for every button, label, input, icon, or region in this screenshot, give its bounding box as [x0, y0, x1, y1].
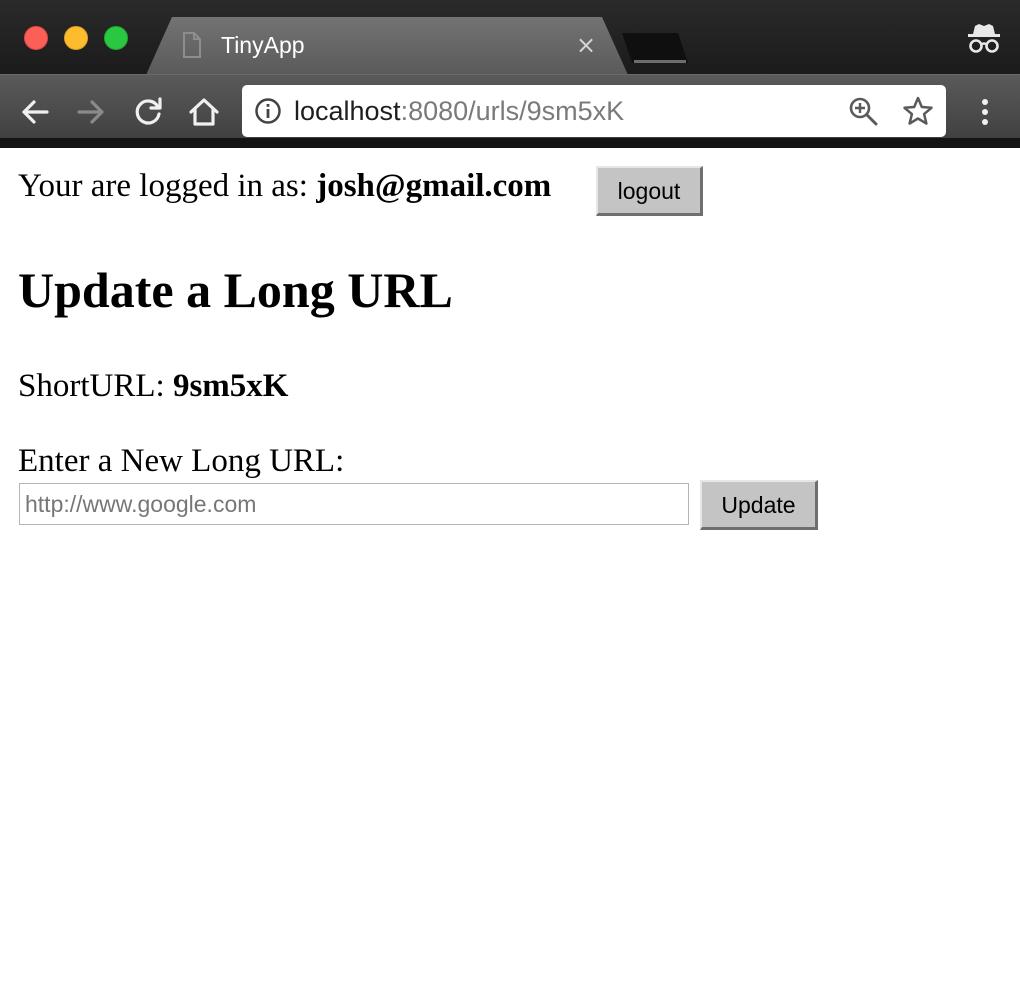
new-tab-underline	[634, 60, 686, 63]
reload-icon[interactable]	[131, 95, 165, 129]
forward-arrow-icon[interactable]	[74, 95, 108, 129]
new-tab-button[interactable]	[622, 33, 688, 63]
kebab-menu-icon[interactable]	[968, 95, 1002, 129]
star-icon[interactable]	[902, 95, 934, 127]
page-title: Update a Long URL	[18, 262, 453, 318]
browser-toolbar: localhost:8080/urls/9sm5xK	[0, 74, 1020, 148]
shorturl-line: ShortURL: 9sm5xK	[18, 366, 288, 406]
shorturl-label: ShortURL:	[18, 368, 165, 404]
close-window-button[interactable]	[24, 26, 48, 50]
tab-tinyapp[interactable]	[146, 17, 628, 75]
login-email: josh@gmail.com	[316, 168, 552, 204]
url-path: :8080/urls/9sm5xK	[400, 96, 625, 126]
login-status: Your are logged in as: josh@gmail.com	[18, 166, 551, 206]
back-arrow-icon[interactable]	[18, 95, 52, 129]
toolbar-divider	[0, 138, 1020, 148]
shorturl-value: 9sm5xK	[172, 368, 289, 404]
new-long-url-input[interactable]	[19, 483, 689, 525]
logout-button[interactable]: logout	[596, 166, 703, 216]
tab-title: TinyApp	[221, 32, 305, 58]
zoom-icon[interactable]	[848, 96, 878, 126]
browser-chrome: TinyApp × localhost:8080/urls/9sm5xK	[0, 0, 1020, 148]
page-content: Your are logged in as: josh@gmail.com lo…	[0, 148, 1020, 998]
document-icon	[183, 32, 201, 58]
new-url-label: Enter a New Long URL:	[18, 443, 345, 479]
minimize-window-button[interactable]	[64, 26, 88, 50]
maximize-window-button[interactable]	[104, 26, 128, 50]
home-icon[interactable]	[187, 95, 221, 129]
url-text[interactable]: localhost:8080/urls/9sm5xK	[294, 95, 624, 127]
address-bar[interactable]: localhost:8080/urls/9sm5xK	[242, 85, 946, 137]
tab-strip: TinyApp ×	[0, 0, 1020, 75]
login-prefix: Your are logged in as:	[18, 168, 308, 204]
url-host: localhost	[294, 96, 401, 126]
update-button[interactable]: Update	[700, 480, 818, 530]
incognito-icon	[968, 24, 1000, 53]
info-icon[interactable]	[254, 97, 282, 125]
tab-close-icon[interactable]: ×	[574, 33, 598, 57]
